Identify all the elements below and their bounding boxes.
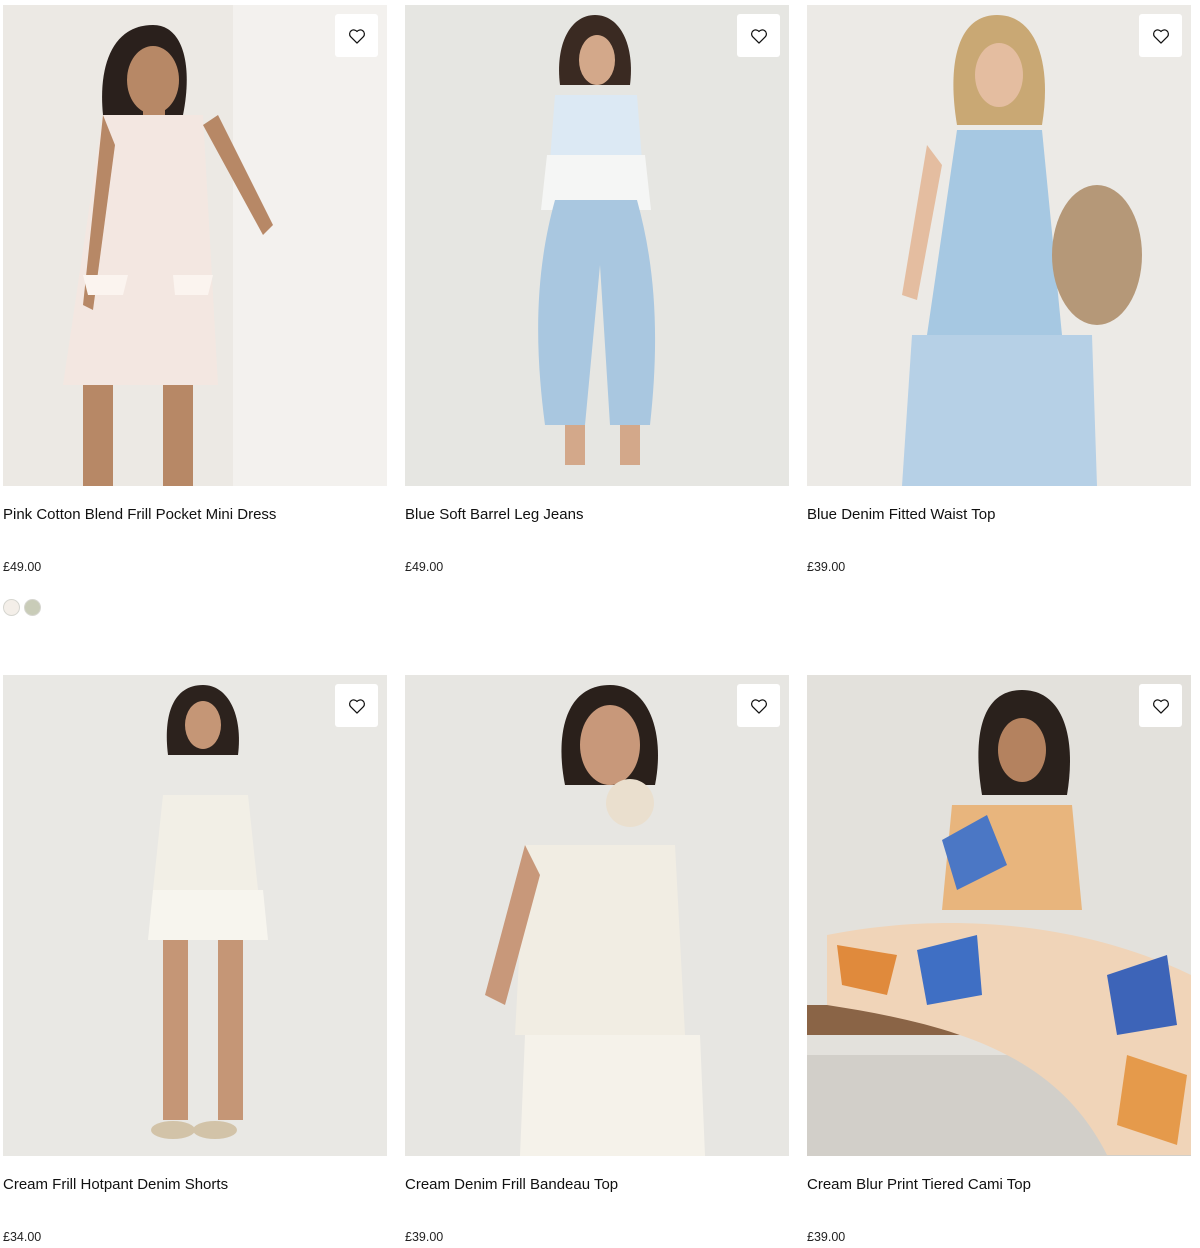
wishlist-button[interactable]: [1139, 14, 1182, 57]
product-image[interactable]: [405, 5, 789, 486]
product-price: £39.00: [807, 1230, 846, 1244]
wishlist-button[interactable]: [335, 684, 378, 727]
product-card[interactable]: Cream Denim Frill Bandeau Top £39.00: [405, 675, 789, 1244]
product-card[interactable]: Cream Blur Print Tiered Cami Top £39.00: [807, 675, 1191, 1244]
product-card[interactable]: Blue Soft Barrel Leg Jeans £49.00: [405, 5, 789, 574]
wishlist-button[interactable]: [737, 684, 780, 727]
product-image[interactable]: [807, 5, 1191, 486]
product-name[interactable]: Blue Denim Fitted Waist Top: [807, 506, 995, 524]
heart-icon: [348, 28, 365, 44]
product-name[interactable]: Cream Denim Frill Bandeau Top: [405, 1176, 618, 1194]
product-photo-illustration: [807, 675, 1191, 1156]
product-name[interactable]: Blue Soft Barrel Leg Jeans: [405, 506, 583, 524]
color-swatch[interactable]: [24, 599, 41, 616]
product-card[interactable]: Pink Cotton Blend Frill Pocket Mini Dres…: [3, 5, 387, 616]
wishlist-button[interactable]: [737, 14, 780, 57]
product-price: £39.00: [807, 560, 846, 574]
product-card[interactable]: Blue Denim Fitted Waist Top £39.00: [807, 5, 1191, 574]
product-price: £49.00: [405, 560, 444, 574]
wishlist-button[interactable]: [335, 14, 378, 57]
wishlist-button[interactable]: [1139, 684, 1182, 727]
color-swatches: [3, 599, 41, 616]
product-price: £39.00: [405, 1230, 444, 1244]
product-photo-illustration: [405, 5, 789, 486]
color-swatch[interactable]: [3, 599, 20, 616]
product-name[interactable]: Cream Blur Print Tiered Cami Top: [807, 1176, 1031, 1194]
product-name[interactable]: Pink Cotton Blend Frill Pocket Mini Dres…: [3, 506, 276, 524]
product-photo-illustration: [405, 675, 789, 1156]
heart-icon: [750, 698, 767, 714]
product-card[interactable]: Cream Frill Hotpant Denim Shorts £34.00: [3, 675, 387, 1244]
product-price: £34.00: [3, 1230, 42, 1244]
heart-icon: [750, 28, 767, 44]
product-image[interactable]: [3, 675, 387, 1156]
heart-icon: [1152, 698, 1169, 714]
product-photo-illustration: [807, 5, 1191, 486]
heart-icon: [1152, 28, 1169, 44]
product-image[interactable]: [3, 5, 387, 486]
product-image[interactable]: [807, 675, 1191, 1156]
product-photo-illustration: [3, 5, 387, 486]
product-name[interactable]: Cream Frill Hotpant Denim Shorts: [3, 1176, 228, 1194]
product-photo-illustration: [3, 675, 387, 1156]
heart-icon: [348, 698, 365, 714]
product-price: £49.00: [3, 560, 42, 574]
product-image[interactable]: [405, 675, 789, 1156]
